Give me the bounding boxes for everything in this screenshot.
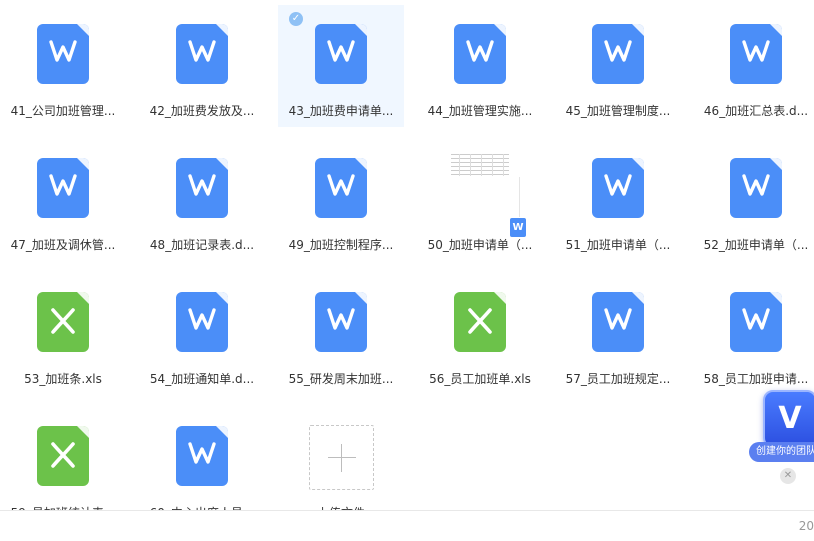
file-item[interactable]: 46_加班汇总表.d... xyxy=(693,5,814,127)
excel-file-icon xyxy=(454,292,506,352)
thumbnail-divider xyxy=(519,177,520,217)
word-file-icon xyxy=(176,292,228,352)
file-item[interactable]: 47_加班及调休管... xyxy=(0,139,126,261)
file-name: 48_加班记录表.d... xyxy=(149,238,255,252)
file-item[interactable]: 41_公司加班管理... xyxy=(0,5,126,127)
file-name: 53_加班条.xls xyxy=(24,372,102,386)
checkmark-icon[interactable]: ✓ xyxy=(289,12,303,26)
word-file-icon xyxy=(315,24,367,84)
word-badge-icon: W xyxy=(510,218,526,237)
status-text: 20 xyxy=(798,519,814,533)
word-file-icon xyxy=(730,292,782,352)
upload-tile[interactable]: 上传文件 xyxy=(278,407,404,510)
file-name: 56_员工加班单.xls xyxy=(429,372,531,386)
file-item[interactable]: 55_研发周末加班... xyxy=(278,273,404,395)
file-item[interactable]: 44_加班管理实施... xyxy=(417,5,543,127)
word-file-icon xyxy=(37,158,89,218)
file-item[interactable]: 56_员工加班单.xls xyxy=(417,273,543,395)
word-file-icon xyxy=(315,292,367,352)
create-team-label: 创建你的团队 xyxy=(749,442,814,462)
file-grid: 41_公司加班管理... 42_加班费发放及... ✓ 43_加班费申请单... 44_… xyxy=(0,0,814,510)
file-name: 55_研发周末加班... xyxy=(288,372,394,386)
file-name: 44_加班管理实施... xyxy=(427,104,533,118)
file-name: 41_公司加班管理... xyxy=(10,104,116,118)
file-item[interactable]: 58_员工加班申请... xyxy=(693,273,814,395)
file-item[interactable]: 45_加班管理制度... xyxy=(555,5,681,127)
file-name: 51_加班申请单（... xyxy=(565,238,671,252)
file-item[interactable]: 49_加班控制程序... xyxy=(278,139,404,261)
status-bar: 20 xyxy=(0,510,814,541)
file-name: 58_员工加班申请... xyxy=(703,372,809,386)
word-file-icon xyxy=(37,24,89,84)
word-file-icon xyxy=(176,158,228,218)
word-file-icon xyxy=(454,24,506,84)
file-name: 46_加班汇总表.d... xyxy=(703,104,809,118)
word-file-icon xyxy=(730,24,782,84)
word-file-icon xyxy=(592,158,644,218)
word-file-icon xyxy=(592,292,644,352)
file-name: 50_加班申请单（... xyxy=(427,238,533,252)
word-file-icon xyxy=(730,158,782,218)
create-team-promo[interactable]: V 创建你的团队 xyxy=(749,388,814,468)
upload-button[interactable] xyxy=(309,425,374,490)
word-file-icon xyxy=(592,24,644,84)
file-name: 43_加班费申请单... xyxy=(288,104,394,118)
file-name: 57_员工加班规定... xyxy=(565,372,671,386)
file-item[interactable]: ✓ 43_加班费申请单... xyxy=(278,5,404,127)
excel-file-icon xyxy=(37,292,89,352)
file-name: 49_加班控制程序... xyxy=(288,238,394,252)
excel-file-icon xyxy=(37,426,89,486)
file-name: 47_加班及调休管... xyxy=(10,238,116,252)
word-file-icon xyxy=(315,158,367,218)
file-item[interactable]: 42_加班费发放及... xyxy=(139,5,265,127)
file-item[interactable]: 54_加班通知单.d... xyxy=(139,273,265,395)
file-name: 52_加班申请单（... xyxy=(703,238,809,252)
file-item[interactable]: 48_加班记录表.d... xyxy=(139,139,265,261)
file-name: 42_加班费发放及... xyxy=(149,104,255,118)
document-thumbnail xyxy=(451,152,509,192)
file-name: 45_加班管理制度... xyxy=(565,104,671,118)
v-logo-icon: V xyxy=(763,390,814,448)
file-item[interactable]: 52_加班申请单（... xyxy=(693,139,814,261)
file-item[interactable]: 53_加班条.xls xyxy=(0,273,126,395)
file-item[interactable]: W 50_加班申请单（... xyxy=(417,139,543,261)
file-name: 54_加班通知单.d... xyxy=(149,372,255,386)
file-item[interactable]: 51_加班申请单（... xyxy=(555,139,681,261)
word-file-icon xyxy=(176,24,228,84)
word-file-icon xyxy=(176,426,228,486)
file-item[interactable]: 60_中心出席人员... xyxy=(139,407,265,510)
file-item[interactable]: 59_员加班统计表... xyxy=(0,407,126,510)
file-item[interactable]: 57_员工加班规定... xyxy=(555,273,681,395)
close-icon[interactable]: ✕ xyxy=(780,468,796,484)
